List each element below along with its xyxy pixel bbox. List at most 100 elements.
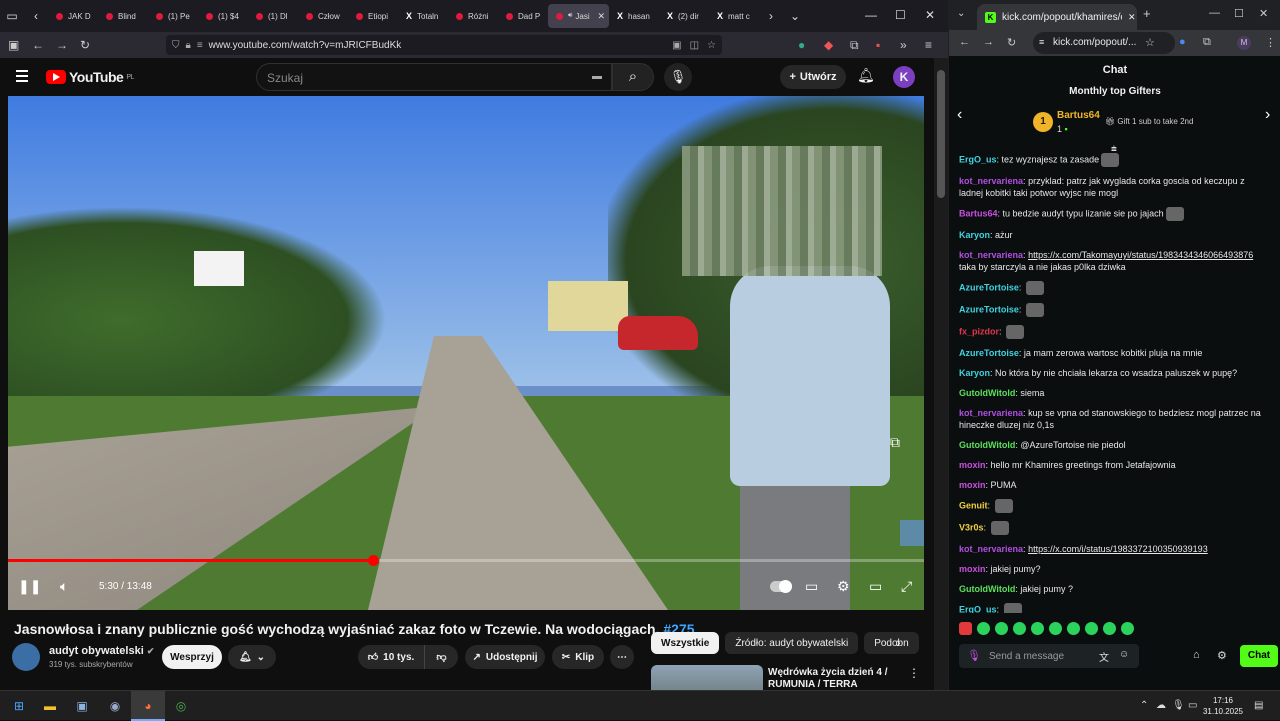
bookmark-star-icon[interactable]: ☆	[1145, 36, 1155, 49]
extension-badge-icon[interactable]: ▪	[876, 38, 880, 52]
subtitles-icon[interactable]: ▭	[805, 578, 818, 595]
video-player[interactable]: ⧉	[8, 96, 924, 610]
chat-username[interactable]: AzureTortoise	[959, 304, 1019, 314]
url-bar[interactable]: ⛉ 🔒︎ ≡ www.youtube.com/watch?v=mJRICFBud…	[166, 35, 722, 55]
chips-next-icon[interactable]: ›	[896, 634, 901, 650]
overflow-chevron-icon[interactable]: »	[900, 38, 907, 52]
chrome-tab-kick[interactable]: K kick.com/popout/khamires/cha ✕	[977, 4, 1137, 30]
chat-settings-icon[interactable]: ⚙	[1217, 649, 1227, 662]
chat-emote-icon[interactable]	[994, 499, 1013, 513]
gift-sub-cta[interactable]: 🎁︎ Gift 1 sub to take 2nd	[1105, 117, 1193, 126]
quick-emote-icon[interactable]	[1049, 622, 1062, 635]
more-vert-icon[interactable]: ⋮	[908, 666, 920, 680]
chip-source[interactable]: Źródło: audyt obywatelski	[725, 632, 859, 654]
quick-emote-icon[interactable]	[1121, 622, 1134, 635]
mic-icon[interactable]: 🎙︎	[967, 649, 981, 662]
quick-emote-icon[interactable]	[995, 622, 1008, 635]
back-icon[interactable]: ←	[32, 38, 44, 52]
fullscreen-icon[interactable]: ⤢	[901, 578, 912, 595]
recommended-video-thumbnail[interactable]	[651, 665, 763, 690]
firefox-tab[interactable]: (1) Dl	[248, 4, 298, 28]
chat-emote-icon[interactable]	[1101, 153, 1120, 167]
mic-icon[interactable]: 🎙︎	[1172, 700, 1185, 711]
quick-emote-icon[interactable]	[1085, 622, 1098, 635]
scrollbar-thumb[interactable]	[937, 70, 945, 198]
maximize-icon[interactable]: ☐	[1234, 7, 1244, 20]
store-icon[interactable]: ⌂	[1193, 649, 1200, 661]
autoplay-toggle[interactable]	[770, 580, 792, 593]
sidebar-icon[interactable]: ▣	[8, 38, 19, 52]
network-icon[interactable]: ▭	[1188, 700, 1197, 711]
search-input[interactable]: Szukaj	[256, 63, 612, 91]
quick-emote-icon[interactable]	[1031, 622, 1044, 635]
firefox-tab[interactable]: X Totaln	[398, 4, 448, 28]
quick-emote-icon[interactable]	[1103, 622, 1116, 635]
app-icon[interactable]: ▣	[73, 697, 91, 715]
scroll-tabs-right-icon[interactable]: ›	[759, 9, 783, 23]
extension-icon[interactable]: ◆	[824, 38, 833, 52]
quick-emote-icon[interactable]	[959, 622, 972, 635]
chat-username[interactable]: kot_nervariena	[959, 544, 1023, 554]
chat-emote-icon[interactable]	[1165, 207, 1184, 221]
firefox-icon[interactable]: ◕	[139, 697, 157, 715]
chat-username[interactable]: kot_nervariena	[959, 408, 1023, 418]
notifications-button[interactable]: 🔔︎ ⌄	[228, 645, 276, 669]
firefox-tab[interactable]: Różni	[448, 4, 498, 28]
quick-emote-icon[interactable]	[977, 622, 990, 635]
minimize-icon[interactable]: —	[865, 8, 877, 22]
scroll-tabs-left-icon[interactable]: ‹	[24, 9, 48, 23]
reload-icon[interactable]: ↻	[80, 38, 90, 52]
more-actions-button[interactable]: ⋯	[610, 645, 634, 669]
notification-icon[interactable]: ▤	[1254, 700, 1263, 711]
menu-icon[interactable]: ≡	[925, 38, 932, 52]
chrome-icon[interactable]: ◎	[172, 697, 190, 715]
close-tab-icon[interactable]: ✕	[597, 11, 605, 22]
chat-link[interactable]: https://x.com/i/status/19833721003509391…	[1028, 544, 1208, 554]
volume-icon[interactable]: 🔈︎	[60, 578, 68, 595]
scrubber-handle[interactable]	[367, 555, 379, 566]
firefox-tab[interactable]: Człow	[298, 4, 348, 28]
send-chat-button[interactable]: Chat	[1240, 645, 1278, 667]
theater-mode-icon[interactable]: ▭	[869, 578, 882, 595]
chat-username[interactable]: moxin	[959, 480, 986, 490]
firefox-tab[interactable]: Blind	[98, 4, 148, 28]
hamburger-menu-icon[interactable]	[16, 70, 28, 85]
quick-emote-icon[interactable]	[1067, 622, 1080, 635]
chat-username[interactable]: GutoldWitold	[959, 584, 1015, 594]
firefox-tab[interactable]: Xmatt c	[709, 4, 759, 28]
chat-username[interactable]: V3r0s	[959, 522, 984, 532]
video-progress-bar[interactable]	[8, 555, 924, 566]
close-window-icon[interactable]: ✕	[925, 8, 935, 22]
back-icon[interactable]: ←	[959, 36, 970, 48]
firefox-tab[interactable]: (1) $4	[198, 4, 248, 28]
firefox-tab[interactable]: X (2) dir	[659, 4, 709, 28]
chat-link[interactable]: https://x.com/Takomayuyi/status/19834343…	[1028, 250, 1253, 260]
menu-kebab-icon[interactable]: ⋮	[1265, 36, 1276, 49]
chip-similar[interactable]: Podobn	[864, 632, 919, 654]
chat-username[interactable]: moxin	[959, 460, 986, 470]
new-tab-icon[interactable]: +	[1143, 6, 1151, 21]
chat-username[interactable]: moxin	[959, 564, 986, 574]
chat-username[interactable]: AzureTortoise	[959, 348, 1019, 358]
firefox-tab[interactable]: Xhasan	[609, 4, 659, 28]
chat-emote-icon[interactable]	[1025, 281, 1044, 295]
tray-chevron-icon[interactable]: ⌃	[1140, 700, 1148, 711]
channel-watermark[interactable]	[900, 520, 924, 546]
chat-username[interactable]: kot_nervariena	[959, 250, 1023, 260]
channel-avatar[interactable]	[12, 643, 40, 671]
chat-username[interactable]: ErgO_us	[959, 154, 997, 164]
emoji-icon[interactable]: ☺	[1119, 649, 1129, 660]
start-icon[interactable]: ⊞	[10, 697, 28, 715]
share-button[interactable]: ↗ Udostępnij	[465, 645, 545, 669]
search-button[interactable]: ⌕	[612, 63, 654, 91]
quick-emote-icon[interactable]	[1013, 622, 1026, 635]
firefox-tab[interactable]: 🔊︎ Jasi ✕	[548, 4, 609, 28]
chevron-down-icon[interactable]: ⌄	[783, 9, 807, 23]
dislike-button[interactable]: 👎︎	[424, 645, 458, 669]
tab-search-icon[interactable]: ⌄	[957, 8, 965, 19]
bookmark-star-icon[interactable]: ☆	[707, 40, 716, 51]
chat-emote-icon[interactable]	[1006, 325, 1025, 339]
forward-icon[interactable]: →	[983, 36, 994, 48]
forward-icon[interactable]: →	[56, 38, 68, 52]
chat-username[interactable]: ErgO_us	[959, 604, 997, 613]
